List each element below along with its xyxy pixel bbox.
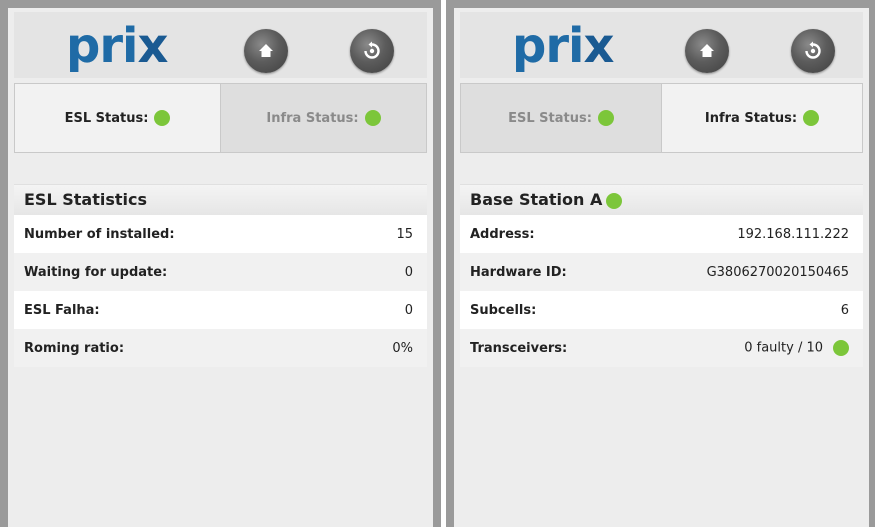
list-item: Number of installed: 15 xyxy=(14,215,427,253)
tab-label: Infra Status: xyxy=(704,110,798,126)
row-value: 0 xyxy=(404,264,413,280)
list-item: ESL Falha: 0 xyxy=(14,291,427,329)
refresh-icon xyxy=(805,41,821,59)
base-station-section: Base Station A Address: 192.168.111.222 … xyxy=(460,184,863,367)
row-value: 15 xyxy=(396,226,413,242)
row-label: Roming ratio: xyxy=(24,340,125,356)
infra-panel: prix ESL Status: Infra Status: Base Stat… xyxy=(446,0,875,527)
esl-panel: prix ESL Status: Infra Status: ESL Stati… xyxy=(0,0,441,527)
list-item: Roming ratio: 0% xyxy=(14,329,427,367)
home-button[interactable] xyxy=(244,29,288,73)
station-details: Address: 192.168.111.222 Hardware ID: G3… xyxy=(460,215,863,367)
refresh-button[interactable] xyxy=(350,29,394,73)
row-value: G3806270020150465 xyxy=(706,264,849,280)
prix-logo: prix xyxy=(512,18,614,74)
row-value-wrap: 0 faulty / 10 xyxy=(744,340,849,356)
home-button[interactable] xyxy=(685,29,729,73)
row-value: 0 faulty / 10 xyxy=(744,340,823,356)
status-dot-icon xyxy=(364,110,381,126)
section-title: Base Station A xyxy=(460,184,863,215)
row-label: Hardware ID: xyxy=(470,264,567,280)
stats-list: Number of installed: 15 Waiting for upda… xyxy=(14,215,427,367)
status-tabs: ESL Status: Infra Status: xyxy=(460,83,863,153)
tab-label: Infra Status: xyxy=(266,110,359,126)
tab-esl-status[interactable]: ESL Status: xyxy=(15,84,221,152)
row-value: 192.168.111.222 xyxy=(737,226,849,242)
status-dot-icon xyxy=(154,110,171,126)
header-bar: prix xyxy=(14,12,427,78)
row-label: Transceivers: xyxy=(470,340,568,356)
tab-infra-status[interactable]: Infra Status: xyxy=(662,84,862,152)
header-bar: prix xyxy=(460,12,863,78)
tab-esl-status[interactable]: ESL Status: xyxy=(461,84,662,152)
status-dot-icon xyxy=(803,110,820,126)
list-item: Address: 192.168.111.222 xyxy=(460,215,863,253)
refresh-button[interactable] xyxy=(791,29,835,73)
row-value: 6 xyxy=(840,302,849,318)
status-tabs: ESL Status: Infra Status: xyxy=(14,83,427,153)
tab-label: ESL Status: xyxy=(508,110,592,126)
list-item: Hardware ID: G3806270020150465 xyxy=(460,253,863,291)
status-dot-icon xyxy=(833,340,849,356)
row-label: Address: xyxy=(470,226,535,242)
row-label: Subcells: xyxy=(470,302,537,318)
status-dot-icon xyxy=(606,192,623,209)
section-title-text: Base Station A xyxy=(470,190,603,209)
list-item: Waiting for update: 0 xyxy=(14,253,427,291)
section-title: ESL Statistics xyxy=(14,184,427,215)
row-label: ESL Falha: xyxy=(24,302,100,318)
list-item: Transceivers: 0 faulty / 10 xyxy=(460,329,863,367)
home-icon xyxy=(700,44,714,57)
status-dot-icon xyxy=(597,110,614,126)
tab-label: ESL Status: xyxy=(64,110,149,126)
esl-statistics-section: ESL Statistics Number of installed: 15 W… xyxy=(14,184,427,367)
list-item: Subcells: 6 xyxy=(460,291,863,329)
row-label: Number of installed: xyxy=(24,226,175,242)
home-icon xyxy=(259,44,273,57)
refresh-icon xyxy=(364,41,380,59)
row-value: 0 xyxy=(404,302,413,318)
prix-logo: prix xyxy=(66,18,168,74)
row-label: Waiting for update: xyxy=(24,264,168,280)
tab-infra-status[interactable]: Infra Status: xyxy=(221,84,426,152)
row-value: 0% xyxy=(392,340,413,356)
